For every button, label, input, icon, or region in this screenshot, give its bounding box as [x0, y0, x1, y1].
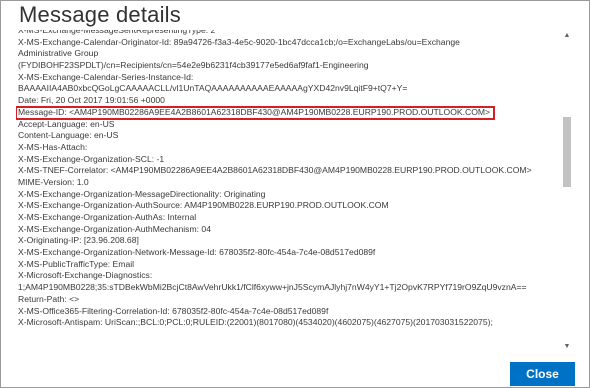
- scroll-thumb[interactable]: [563, 117, 571, 187]
- header-line: X-Microsoft-Exchange-Diagnostics:: [18, 270, 153, 281]
- scroll-down-icon[interactable]: ▼: [560, 341, 574, 353]
- header-line: BAAAAIIA4AB0xbcQGoLgCAAAAACLL/vl1UnTAQAA…: [18, 83, 408, 94]
- scroll-up-icon[interactable]: ▲: [560, 30, 574, 42]
- header-line: X-MS-TNEF-Correlator: <AM4P190MB02286A9E…: [18, 165, 532, 176]
- header-line: Date: Fri, 20 Oct 2017 19:01:56 +0000: [18, 95, 165, 106]
- header-line: X-MS-Has-Attach:: [18, 141, 88, 152]
- header-line: X-MS-Exchange-Organization-SCL: -1: [18, 153, 165, 164]
- header-line: X-MS-Exchange-Organization-MessageDirect…: [18, 188, 266, 199]
- header-line: X-Microsoft-Antispam: UriScan:;BCL:0;PCL…: [18, 317, 493, 328]
- header-line: 1;AM4P190MB0228;35:sTDBekWbMi2BcjCt8AwVe…: [18, 282, 527, 293]
- header-line: X-MS-Exchange-Calendar-Originator-Id: 89…: [18, 36, 460, 47]
- header-line: X-MS-Exchange-Organization-AuthSource: A…: [18, 200, 389, 211]
- headers-text: X-MS-Exchange-MessageSentRepresentingTyp…: [16, 30, 556, 329]
- close-button[interactable]: Close: [510, 362, 575, 386]
- header-line: X-MS-Exchange-Organization-AuthAs: Inter…: [18, 212, 197, 222]
- header-line: X-MS-Office365-Filtering-Correlation-Id:…: [18, 305, 329, 316]
- header-line: Administrative Group: [18, 48, 99, 59]
- header-line: X-Originating-IP: [23.96.208.68]: [18, 235, 139, 246]
- headers-viewer[interactable]: X-MS-Exchange-MessageSentRepresentingTyp…: [16, 30, 575, 353]
- header-line: Accept-Language: en-US: [18, 118, 115, 129]
- header-line: X-MS-Exchange-Calendar-Series-Instance-I…: [18, 71, 194, 82]
- header-line: X-MS-Exchange-Organization-AuthMechanism…: [18, 223, 211, 234]
- dialog-title: Message details: [19, 2, 181, 27]
- header-line: X-MS-Exchange-Organization-Network-Messa…: [18, 247, 376, 258]
- header-line: Content-Language: en-US: [18, 130, 119, 141]
- header-line: X-MS-Exchange-MessageSentRepresentingTyp…: [18, 30, 216, 35]
- header-line: (FYDIBOHF23SPDLT)/cn=Recipients/cn=54e2e…: [18, 60, 369, 71]
- header-line: X-MS-PublicTrafficType: Email: [18, 258, 135, 269]
- header-line: Return-Path: <>: [18, 293, 80, 304]
- header-line: MIME-Version: 1.0: [18, 176, 89, 187]
- vertical-scrollbar[interactable]: ▲ ▼: [560, 30, 574, 353]
- highlighted-header-line: Message-ID: <AM4P190MB02286A9EE4A2B8601A…: [16, 105, 496, 120]
- message-details-dialog: Message details X-MS-Exchange-MessageSen…: [0, 0, 590, 388]
